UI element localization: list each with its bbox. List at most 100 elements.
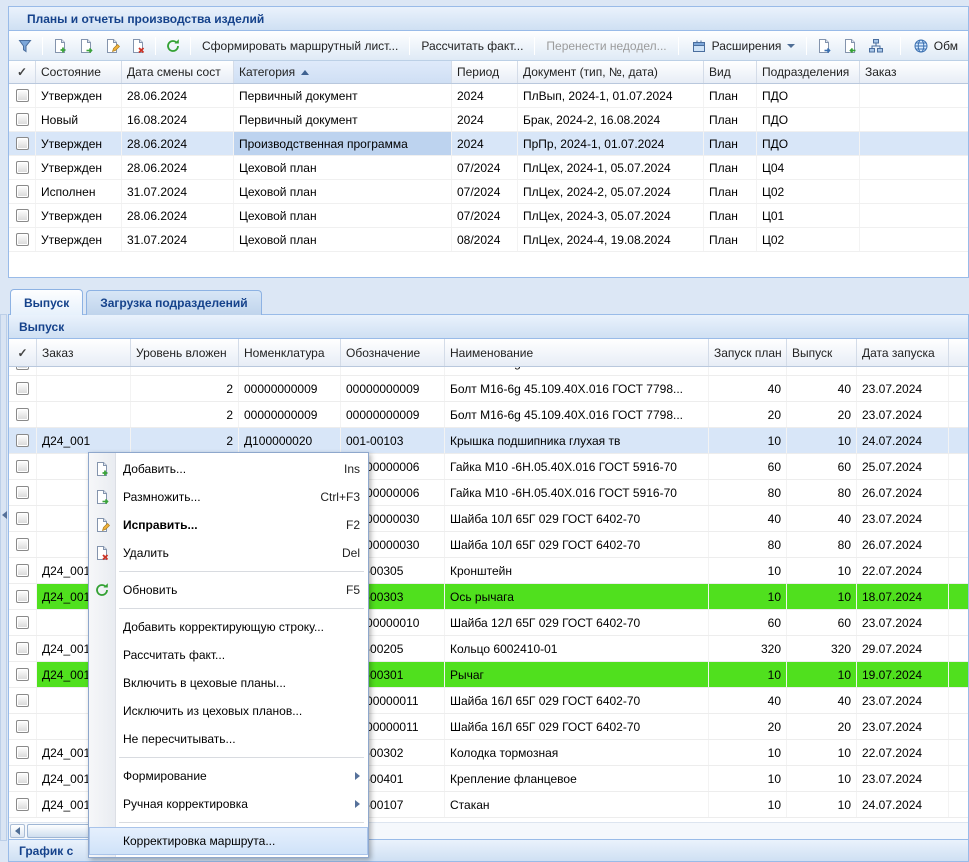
table-row[interactable]: Утвержден28.06.2024Цеховой план07/2024Пл…: [9, 204, 968, 228]
menu-item-exclude-shop-plans[interactable]: Исключить из цеховых планов...: [89, 697, 368, 725]
row-checkbox[interactable]: [16, 209, 29, 222]
row-checkbox[interactable]: [16, 486, 29, 499]
cell: ПДО: [757, 132, 860, 155]
row-checkbox[interactable]: [16, 382, 29, 395]
row-checkbox[interactable]: [16, 720, 29, 733]
row-checkbox[interactable]: [16, 798, 29, 811]
column-header-2[interactable]: Номенклатура: [239, 339, 341, 366]
menu-item-label: Корректировка маршрута...: [123, 834, 360, 848]
cell: Утвержден: [36, 156, 122, 179]
row-checkbox[interactable]: [16, 408, 29, 421]
row-checkbox[interactable]: [16, 512, 29, 525]
cell-filler: [949, 376, 968, 401]
table-row[interactable]: 20000000000900000000009Болт М16-6g 45.10…: [9, 376, 968, 402]
row-checkbox[interactable]: [16, 434, 29, 447]
cell: 40: [709, 376, 787, 401]
table-row[interactable]: 20000000000900000000009Болт М16-6g 45.10…: [9, 367, 968, 376]
tab-zagruzka-podrazdeleniy[interactable]: Загрузка подразделений: [86, 290, 261, 315]
table-row[interactable]: Утвержден28.06.2024Цеховой план07/2024Пл…: [9, 156, 968, 180]
row-checkbox[interactable]: [16, 89, 29, 102]
table-row[interactable]: Новый16.08.2024Первичный документ2024Бра…: [9, 108, 968, 132]
tab-vypusk[interactable]: Выпуск: [10, 289, 83, 315]
column-header-0[interactable]: Состояние: [36, 61, 122, 83]
row-checkbox[interactable]: [16, 367, 29, 370]
menu-item-route-correction[interactable]: Корректировка маршрута...: [89, 827, 368, 855]
menu-item-add[interactable]: Добавить...Ins: [89, 455, 368, 483]
refresh-icon[interactable]: [161, 35, 185, 57]
row-checkbox[interactable]: [16, 564, 29, 577]
column-header-4[interactable]: Наименование: [445, 339, 709, 366]
table-row[interactable]: Исполнен31.07.2024Цеховой план07/2024ПлЦ…: [9, 180, 968, 204]
cell: Ц04: [757, 156, 860, 179]
table-row[interactable]: Д24_0012Д100000020001-00103Крышка подшип…: [9, 428, 968, 454]
structure-tree-icon[interactable]: [864, 35, 888, 57]
row-checkbox[interactable]: [16, 460, 29, 473]
column-header-3[interactable]: Обозначение: [341, 339, 445, 366]
cell: Гайка М10 -6Н.05.40Х.016 ГОСТ 5916-70: [445, 454, 709, 479]
row-checkbox[interactable]: [16, 161, 29, 174]
column-header-4[interactable]: Документ (тип, №, дата): [518, 61, 704, 83]
cell: Цеховой план: [234, 156, 452, 179]
calc-fact-button[interactable]: Рассчитать факт...: [415, 36, 529, 56]
menu-item-delete[interactable]: УдалитьDel: [89, 539, 368, 567]
column-header-0[interactable]: Заказ: [37, 339, 131, 366]
column-header-5[interactable]: Запуск план: [709, 339, 787, 366]
column-header-5[interactable]: Вид: [704, 61, 757, 83]
row-checkbox[interactable]: [16, 668, 29, 681]
column-header-3[interactable]: Период: [452, 61, 518, 83]
collapse-splitter[interactable]: [0, 314, 7, 841]
cell: 10: [787, 558, 857, 583]
menu-item-edit[interactable]: Исправить...F2: [89, 511, 368, 539]
column-header-1[interactable]: Дата смены сост: [122, 61, 234, 83]
row-checkbox[interactable]: [16, 694, 29, 707]
column-header-7[interactable]: Дата запуска: [857, 339, 949, 366]
table-row[interactable]: Утвержден28.06.2024Производственная прог…: [9, 132, 968, 156]
exchange-button[interactable]: Обм: [906, 32, 964, 60]
extensions-button[interactable]: Расширения: [684, 32, 802, 60]
import-icon[interactable]: [838, 35, 862, 57]
row-checkbox[interactable]: [16, 113, 29, 126]
table-row[interactable]: Утвержден28.06.2024Первичный документ202…: [9, 84, 968, 108]
select-all-header[interactable]: ✓: [9, 61, 36, 83]
menu-item-no-recalc[interactable]: Не пересчитывать...: [89, 725, 368, 753]
menu-item-calc-fact[interactable]: Рассчитать факт...: [89, 641, 368, 669]
row-checkbox[interactable]: [16, 137, 29, 150]
table-row[interactable]: 20000000000900000000009Болт М16-6g 45.10…: [9, 402, 968, 428]
menu-item-add-correction-row[interactable]: Добавить корректирующую строку...: [89, 613, 368, 641]
filter-icon[interactable]: [13, 35, 37, 57]
form-route-list-button[interactable]: Сформировать маршрутный лист...: [196, 36, 404, 56]
edit-document-icon[interactable]: [100, 35, 124, 57]
row-checkbox[interactable]: [16, 772, 29, 785]
duplicate-document-icon[interactable]: [74, 35, 98, 57]
cell-filler: [949, 662, 968, 687]
cell: Исполнен: [36, 180, 122, 203]
row-checkbox[interactable]: [16, 590, 29, 603]
row-checkbox[interactable]: [16, 185, 29, 198]
cell: 40: [709, 367, 787, 376]
menu-item-manual-correction[interactable]: Ручная корректировка: [89, 790, 368, 818]
cell: Цеховой план: [234, 228, 452, 251]
column-header-7[interactable]: Заказ: [860, 61, 968, 83]
column-header-2[interactable]: Категория: [234, 61, 452, 83]
menu-item-formation[interactable]: Формирование: [89, 762, 368, 790]
scroll-left-button[interactable]: [10, 824, 25, 838]
menu-item-duplicate[interactable]: Размножить...Ctrl+F3: [89, 483, 368, 511]
column-header-6[interactable]: Выпуск: [787, 339, 857, 366]
menu-item-include-shop-plans[interactable]: Включить в цеховые планы...: [89, 669, 368, 697]
column-header-1[interactable]: Уровень вложен: [131, 339, 239, 366]
new-document-icon[interactable]: [48, 35, 72, 57]
row-checkbox[interactable]: [16, 233, 29, 246]
row-checkbox[interactable]: [16, 746, 29, 759]
row-checkbox[interactable]: [16, 538, 29, 551]
export-icon[interactable]: [812, 35, 836, 57]
row-checkbox[interactable]: [16, 616, 29, 629]
table-row[interactable]: Утвержден31.07.2024Цеховой план08/2024Пл…: [9, 228, 968, 252]
row-checkbox[interactable]: [16, 642, 29, 655]
row-checkbox-cell: [9, 180, 36, 203]
cell: 2024: [452, 108, 518, 131]
menu-item-refresh[interactable]: ОбновитьF5: [89, 576, 368, 604]
select-all-header[interactable]: ✓: [9, 339, 37, 366]
column-header-6[interactable]: Подразделения: [757, 61, 860, 83]
delete-document-icon[interactable]: [126, 35, 150, 57]
cell: 19.07.2024: [857, 662, 949, 687]
